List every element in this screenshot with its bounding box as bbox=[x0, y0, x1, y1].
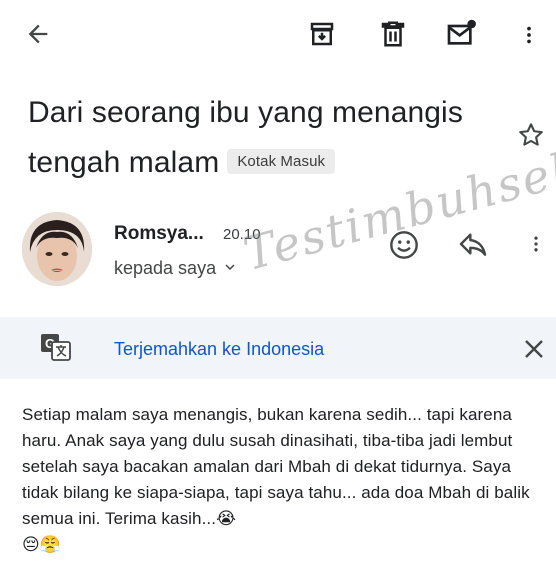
more-vert-icon bbox=[527, 26, 531, 44]
body-text: Setiap malam saya menangis, bukan karena… bbox=[22, 405, 530, 528]
delete-button[interactable] bbox=[378, 19, 408, 49]
reply-button[interactable] bbox=[456, 228, 490, 260]
emoji-icon bbox=[390, 231, 418, 259]
more-vert-icon bbox=[534, 236, 538, 252]
translate-icon: G bbox=[40, 333, 72, 363]
star-icon bbox=[519, 123, 543, 146]
close-translate-button[interactable] bbox=[522, 337, 546, 361]
body-emoji: 😔😤 bbox=[22, 535, 62, 554]
email-body: Setiap malam saya menangis, bukan karena… bbox=[22, 402, 542, 558]
recipient-line[interactable]: kepada saya bbox=[114, 258, 238, 280]
close-icon bbox=[525, 340, 543, 358]
mail-unread-icon bbox=[447, 19, 476, 45]
add-reaction-button[interactable] bbox=[388, 229, 420, 261]
translate-link[interactable]: Terjemahkan ke Indonesia bbox=[114, 339, 324, 360]
chevron-down-icon bbox=[222, 259, 238, 280]
sender-name[interactable]: Romsya... bbox=[114, 223, 204, 245]
email-subject: Dari seorang ibu yang menangis tengah ma… bbox=[28, 88, 498, 188]
avatar[interactable] bbox=[22, 212, 92, 286]
archive-icon bbox=[310, 22, 334, 46]
arrow-left-icon bbox=[28, 24, 48, 44]
more-options-button[interactable] bbox=[518, 21, 540, 49]
reply-icon bbox=[459, 233, 487, 256]
back-button[interactable] bbox=[24, 20, 52, 48]
trash-icon bbox=[381, 21, 405, 47]
mark-unread-button[interactable] bbox=[445, 18, 477, 50]
archive-button[interactable] bbox=[307, 19, 337, 49]
sender-more-button[interactable] bbox=[526, 230, 546, 258]
star-button[interactable] bbox=[516, 120, 546, 150]
label-chip[interactable]: Kotak Masuk bbox=[227, 148, 336, 174]
sent-time: 20.10 bbox=[223, 226, 261, 243]
avatar-photo bbox=[22, 212, 92, 286]
recipient-text: kepada saya bbox=[114, 258, 217, 278]
